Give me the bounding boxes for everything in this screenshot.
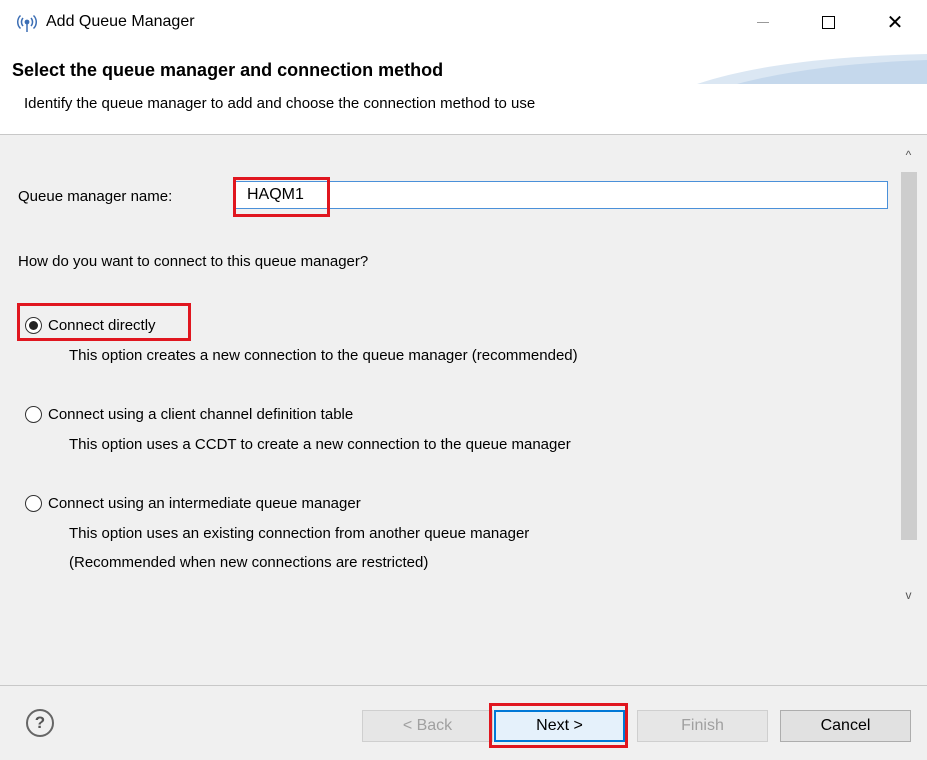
mq-app-icon [16, 11, 38, 33]
wizard-banner: Select the queue manager and connection … [0, 44, 927, 135]
vertical-scrollbar[interactable]: ^ v [897, 145, 920, 605]
radio-label: Connect using an intermediate queue mana… [48, 495, 361, 512]
maximize-button[interactable] [805, 0, 851, 44]
connection-question: How do you want to connect to this queue… [18, 253, 369, 270]
option-description: This option uses an existing connection … [69, 525, 530, 542]
minimize-button[interactable] [740, 0, 786, 44]
radio-label: Connect using a client channel definitio… [48, 406, 354, 423]
wizard-content: Queue manager name: How do you want to c… [0, 135, 927, 685]
window-title: Add Queue Manager [46, 13, 195, 30]
page-description: Identify the queue manager to add and ch… [24, 95, 536, 112]
banner-swoosh-graphic [697, 54, 927, 84]
scrollbar-thumb[interactable] [901, 172, 917, 540]
help-icon[interactable]: ? [26, 709, 54, 737]
next-button[interactable]: Next > [494, 710, 625, 742]
finish-button[interactable]: Finish [637, 710, 768, 742]
minimize-icon [757, 21, 769, 23]
queue-manager-name-field [233, 181, 888, 211]
add-queue-manager-dialog: Add Queue Manager ✕ Select the queue man… [0, 0, 927, 760]
option-description: This option creates a new connection to … [69, 347, 578, 364]
back-button[interactable]: < Back [362, 710, 493, 742]
maximize-icon [821, 15, 835, 29]
scroll-down-icon[interactable]: v [897, 585, 920, 605]
radio-label: Connect directly [48, 317, 156, 334]
radio-button[interactable] [25, 495, 42, 512]
radio-button-selected[interactable] [25, 317, 42, 334]
title-bar: Add Queue Manager ✕ [0, 0, 927, 44]
close-icon: ✕ [886, 11, 904, 34]
cancel-button[interactable]: Cancel [780, 710, 911, 742]
radio-button[interactable] [25, 406, 42, 423]
radio-connect-directly[interactable]: Connect directly [25, 317, 156, 334]
option-description: (Recommended when new connections are re… [69, 554, 429, 571]
radio-connect-intermediate[interactable]: Connect using an intermediate queue mana… [25, 495, 361, 512]
page-title: Select the queue manager and connection … [12, 60, 444, 80]
scroll-up-icon[interactable]: ^ [897, 145, 920, 165]
queue-manager-name-label: Queue manager name: [18, 188, 173, 205]
queue-manager-name-input[interactable] [233, 181, 888, 209]
option-description: This option uses a CCDT to create a new … [69, 436, 571, 453]
radio-connect-ccdt[interactable]: Connect using a client channel definitio… [25, 406, 353, 423]
close-button[interactable]: ✕ [872, 0, 918, 44]
button-bar: ? < Back Next > Finish Cancel [0, 685, 927, 760]
